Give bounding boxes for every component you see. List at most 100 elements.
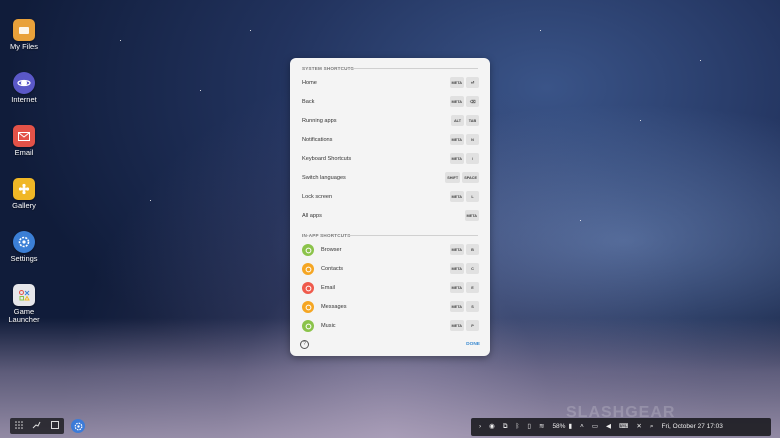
key-cap: P [466,320,479,331]
system-tray: › ◉ ⧉ ᛒ ▯ ≋ 58% ▮ ˄ ▭ ◀ ⌨ ✕ ⌕ Fri, Octob… [471,418,771,436]
screen-capture-icon[interactable]: ⧉ [503,423,508,431]
gear-icon [13,231,35,253]
system-shortcut-row: Running apps ALT TAB [302,112,479,130]
help-icon[interactable]: ? [300,340,309,349]
shortcut-label: Home [302,80,317,86]
inapp-shortcut-row: Browser META B [302,241,479,259]
system-shortcut-row: Lock screen META L [302,188,479,206]
shortcut-keys: META N [449,134,479,145]
key-cap: META [449,153,464,164]
system-shortcut-row: Switch languages SHIFT SPACE [302,169,479,187]
shortcut-keys: META / [449,153,479,164]
shortcut-keys: META E [449,282,479,293]
home-icon[interactable] [51,421,60,431]
key-cap: META [464,210,479,221]
battery-icon: ▮ [568,423,573,430]
shortcut-label: Messages [321,304,347,310]
key-cap: META [449,263,464,274]
desktop-item-email[interactable]: Email [2,125,46,175]
desktop-item-label: Settings [10,254,38,263]
desktop-item-internet[interactable]: Internet [2,72,46,122]
key-cap: E [466,282,479,293]
inapp-shortcut-row: Music META P [302,317,479,335]
desktop-icons: My Files Internet Email Gallery Settings… [2,16,46,334]
shortcut-label: All apps [302,213,322,219]
shortcut-label: Browser [321,247,342,253]
shortcut-label: Music [321,323,336,329]
shortcut-keys: SHIFT SPACE [445,172,479,183]
app-icon [302,320,314,332]
desktop-item-label: Internet [11,95,37,104]
key-cap: ALT [451,115,464,126]
shortcut-label: Switch languages [302,175,346,181]
gamepad-icon [13,284,35,306]
app-icon [302,301,314,313]
shortcut-keys: META S [449,301,479,312]
apps-grid-icon[interactable] [15,421,23,431]
key-cap: TAB [466,115,479,126]
inapp-shortcut-row: Email META E [302,279,479,297]
bluetooth-icon[interactable]: ᛒ [516,423,520,431]
shortcut-label: Email [321,285,335,291]
desktop-item-gallery[interactable]: Gallery [2,178,46,228]
desktop-item-label: Email [14,148,34,157]
camera-icon[interactable]: ◉ [489,423,495,431]
desktop-item-my-files[interactable]: My Files [2,19,46,69]
shortcut-keys: META [464,210,479,221]
keyboard-icon[interactable]: ⌨ [619,423,628,431]
shortcut-keys: META ⏎ [449,77,479,88]
flower-icon [13,178,35,200]
desktop-item-label: Game Launcher [8,307,40,324]
system-shortcut-row: Home META ⏎ [302,74,479,92]
taskbar-settings-icon[interactable] [71,419,85,433]
done-button[interactable]: DONE [466,342,480,347]
shortcut-label: Running apps [302,118,337,124]
desktop-item-settings[interactable]: Settings [2,231,46,281]
inapp-shortcut-row: Contacts META C [302,260,479,278]
shortcut-label: Back [302,99,315,105]
shortcut-keys: META C [449,263,479,274]
chevron-right-icon[interactable]: › [479,423,481,431]
volume-icon[interactable]: ◀ [606,423,611,431]
key-cap: META [449,320,464,331]
recent-apps-icon[interactable] [32,421,41,431]
key-cap: S [466,301,479,312]
key-cap: N [466,134,479,145]
key-cap: META [449,77,464,88]
system-shortcut-row: Back META ⌫ [302,93,479,111]
key-cap: / [466,153,479,164]
key-cap: SHIFT [445,172,461,183]
shortcut-keys: META L [449,191,479,202]
key-cap: B [466,244,479,255]
system-shortcut-row: Keyboard Shortcuts META / [302,150,479,168]
wifi-icon[interactable]: ≋ [539,423,544,431]
shortcut-label: Lock screen [302,194,333,200]
shortcut-keys: META B [449,244,479,255]
key-cap: ⌫ [466,96,479,107]
system-shortcut-row: All apps META [302,207,479,225]
shortcut-label: Notifications [302,137,333,143]
desktop-item-label: My Files [10,42,38,51]
sim-icon[interactable]: ▯ [527,423,531,431]
inapp-shortcuts-title: IN-APP SHORTCUTS [302,233,351,238]
chevron-up-icon[interactable]: ˄ [580,423,584,431]
desktop-item-game-launcher[interactable]: Game Launcher [2,284,46,334]
shortcut-keys: META ⌫ [449,96,479,107]
mail-icon [13,125,35,147]
date-time: Fri, October 27 17:03 [661,423,723,430]
folder-icon [13,19,35,41]
planet-icon [13,72,35,94]
close-all-icon[interactable]: ✕ [636,423,641,431]
key-cap: C [466,263,479,274]
app-icon [302,282,314,294]
shortcut-label: Keyboard Shortcuts [302,156,352,162]
shortcut-keys: ALT TAB [451,115,479,126]
screen-icon[interactable]: ▭ [592,423,598,431]
shortcut-keys: META P [449,320,479,331]
system-shortcut-row: Notifications META N [302,131,479,149]
search-icon[interactable]: ⌕ [650,423,654,431]
key-cap: META [449,282,464,293]
section-divider [347,68,478,69]
key-cap: META [449,134,464,145]
key-cap: META [449,191,464,202]
